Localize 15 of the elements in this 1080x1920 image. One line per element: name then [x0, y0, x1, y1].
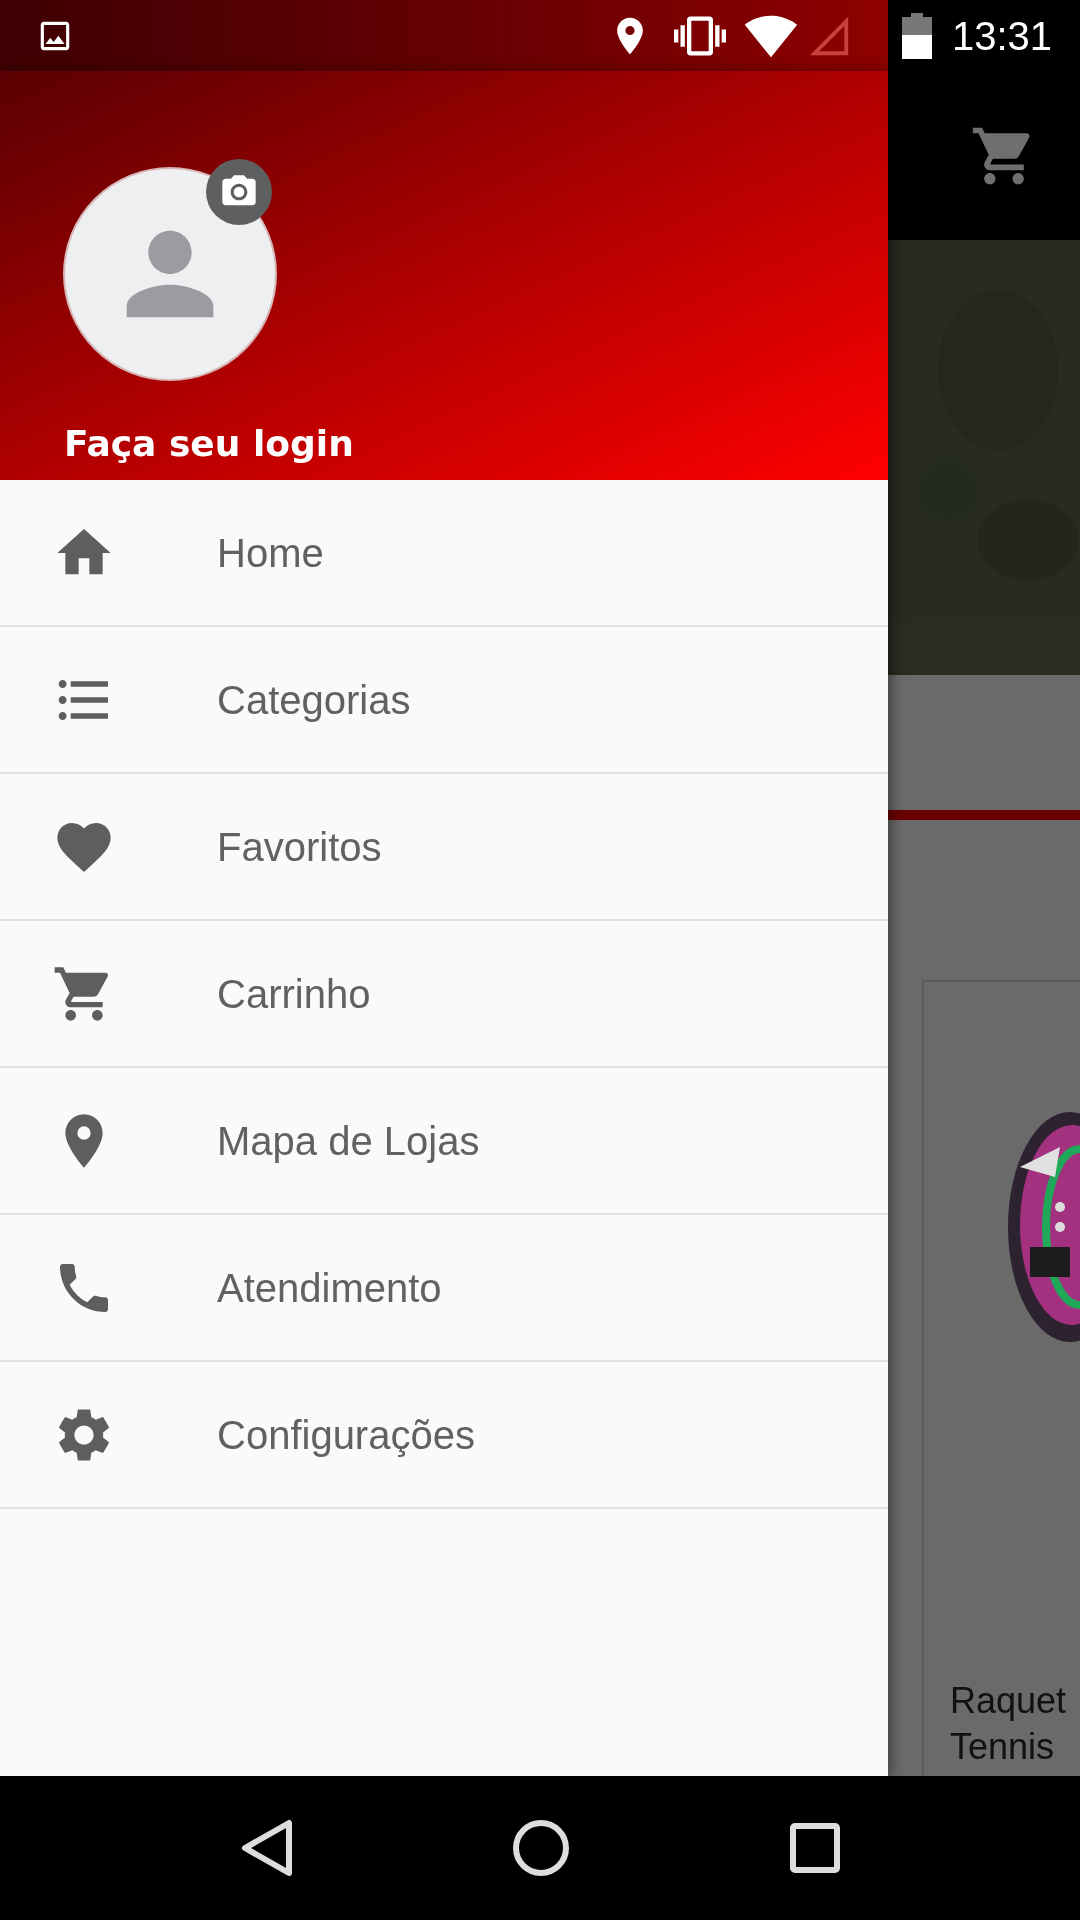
recents-square-icon[interactable] — [788, 1822, 841, 1874]
login-title[interactable]: Faça seu login — [64, 421, 824, 466]
menu-item[interactable]: Categorias — [0, 627, 888, 774]
product-card[interactable]: Raquet Tennis — [922, 980, 1080, 1776]
home-circle-icon[interactable] — [512, 1819, 570, 1877]
menu-item[interactable]: Carrinho — [0, 921, 888, 1068]
menu-item[interactable]: Favoritos — [0, 774, 888, 921]
menu-item[interactable]: Home — [0, 480, 888, 627]
product-title: Raquet — [950, 1679, 1067, 1723]
back-icon[interactable] — [239, 1819, 294, 1877]
clock-time: 13:31 — [952, 15, 1053, 56]
product-title: Tennis — [950, 1725, 1055, 1769]
menu-item[interactable]: Configurações — [0, 1362, 888, 1509]
battery-icon — [902, 12, 932, 59]
menu-item[interactable]: Mapa de Lojas — [0, 1068, 888, 1215]
